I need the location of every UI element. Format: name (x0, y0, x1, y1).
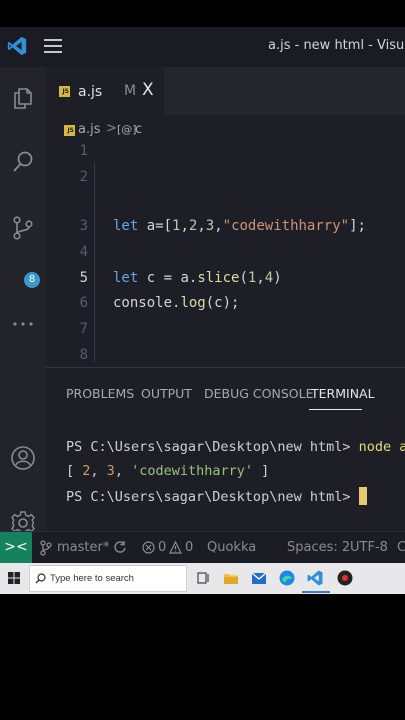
file-explorer-icon[interactable] (222, 569, 240, 587)
vscode-logo-icon (7, 36, 27, 56)
menu-icon[interactable] (44, 39, 62, 53)
terminal-cursor (358, 487, 367, 505)
tab-debug-console[interactable]: DEBUG CONSOLE (204, 386, 313, 401)
search-placeholder: Type here to search (50, 573, 134, 584)
js-file-icon: JS (64, 125, 75, 136)
breadcrumb: JS a.js > [@] c (46, 115, 405, 141)
encoding-setting[interactable]: UTF-8 (350, 540, 388, 555)
source-control-icon[interactable] (10, 215, 36, 241)
indentation-setting[interactable]: Spaces: 2 (287, 540, 350, 555)
branch-name[interactable]: master* (57, 540, 109, 555)
active-tab-indicator (309, 409, 362, 410)
search-icon[interactable] (10, 149, 36, 175)
vscode-taskbar-icon[interactable] (306, 569, 324, 587)
line-number: 6 (79, 295, 88, 311)
account-icon[interactable] (10, 445, 36, 471)
edge-browser-icon[interactable] (278, 569, 296, 587)
search-icon (35, 573, 46, 584)
line-number: 2 (79, 169, 88, 185)
terminal-line: PS C:\Users\sagar\Desktop\new html> node… (66, 439, 405, 455)
code-line: console.log(c); (113, 295, 240, 311)
code-line: let a=[1,2,3,"codewithharry"]; (113, 218, 366, 234)
windows-taskbar: Type here to search (0, 563, 405, 594)
quokka-status[interactable]: Quokka (207, 540, 256, 555)
status-overflow[interactable]: C (397, 540, 405, 555)
terminal-prompt[interactable]: PS C:\Users\sagar\Desktop\new html> (66, 487, 367, 505)
tab-problems[interactable]: PROBLEMS (66, 386, 134, 401)
title-bar: a.js - new html - Visual Studio Code (0, 27, 405, 67)
branch-icon (40, 540, 52, 556)
windows-start-icon[interactable] (8, 572, 20, 584)
warning-icon (169, 541, 182, 554)
code-editor[interactable]: 1 2 3 4 5 6 7 8 9 let a=[1,2,3,"codewith… (46, 141, 405, 389)
variable-symbol-icon: [@] (117, 123, 137, 136)
js-file-icon: JS (59, 86, 70, 97)
active-app-indicator (302, 591, 330, 593)
sync-icon[interactable] (113, 540, 127, 554)
explorer-icon[interactable] (10, 85, 36, 111)
chevron-right-icon: > (106, 121, 117, 136)
recorder-app-icon[interactable] (336, 569, 354, 587)
indent-guide (94, 163, 95, 363)
mail-icon[interactable] (250, 569, 268, 587)
line-number: 8 (79, 347, 88, 363)
breadcrumb-file[interactable]: a.js (78, 122, 100, 137)
editor-tabs: JS a.js M X (46, 67, 405, 115)
scm-badge: 8 (24, 272, 40, 288)
line-number: 4 (79, 244, 88, 260)
task-view-icon[interactable] (194, 569, 212, 587)
window-title: a.js - new html - Visual Studio Code (268, 38, 405, 53)
tab-a-js[interactable]: JS a.js M X (46, 67, 164, 115)
error-count[interactable]: 0 (158, 540, 166, 555)
vscode-window: a.js - new html - Visual Studio Code 8 (0, 27, 405, 594)
terminal-output: [ 2, 3, 'codewithharry' ] (66, 463, 270, 479)
tab-label: a.js (78, 84, 103, 100)
modified-marker: M (124, 83, 137, 99)
line-number: 1 (79, 143, 88, 159)
remote-indicator-icon[interactable]: >< (0, 532, 32, 564)
more-icon[interactable] (10, 311, 36, 337)
tab-terminal[interactable]: TERMINAL (311, 386, 375, 401)
line-number: 3 (79, 218, 88, 234)
line-number-current: 5 (79, 270, 88, 286)
activity-bar: 8 (0, 67, 46, 535)
close-tab-icon[interactable]: X (142, 80, 154, 100)
status-bar: >< master* 0 0 Quokka Spaces: 2 UTF-8 C (0, 531, 405, 564)
code-line: let c = a.slice(1,4) (113, 270, 282, 286)
bottom-panel: PROBLEMS OUTPUT DEBUG CONSOLE TERMINAL P… (46, 367, 405, 532)
line-number: 7 (79, 321, 88, 337)
breadcrumb-symbol[interactable]: c (135, 122, 142, 137)
taskbar-search-box[interactable]: Type here to search (29, 565, 187, 592)
warning-count[interactable]: 0 (185, 540, 193, 555)
tab-output[interactable]: OUTPUT (141, 386, 192, 401)
error-icon (142, 541, 155, 554)
